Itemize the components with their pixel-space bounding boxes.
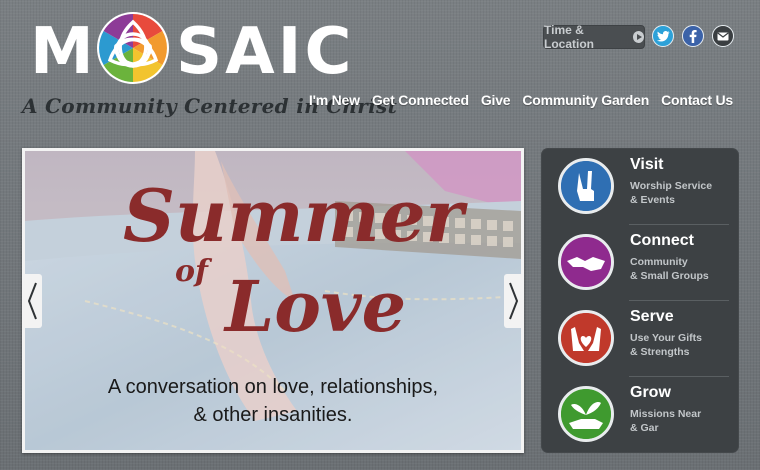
nav-contact-us[interactable]: Contact Us — [661, 92, 733, 108]
nav-get-connected[interactable]: Get Connected — [372, 92, 469, 108]
email-icon[interactable] — [712, 25, 734, 47]
peace-hand-icon — [558, 158, 614, 214]
quick-link-connect[interactable]: Connect Community & Small Groups — [541, 224, 739, 300]
quick-link-subtitle: Community & Small Groups — [630, 256, 709, 282]
hero-headline-of: of — [175, 254, 213, 289]
facebook-icon[interactable] — [682, 25, 704, 47]
quick-link-serve[interactable]: Serve Use Your Gifts & Strengths — [541, 300, 739, 376]
quick-link-title: Visit — [630, 156, 664, 173]
quick-link-grow[interactable]: Grow Missions Near & Gar — [541, 376, 739, 452]
hero-headline-love: Love — [223, 265, 406, 348]
play-arrow-icon — [633, 31, 644, 43]
hero-slide[interactable]: Summer of Love A conversation on love, r… — [22, 148, 524, 453]
quick-link-subtitle: Worship Service & Events — [630, 180, 713, 206]
hero-caption-line1: A conversation on love, relationships, — [107, 376, 439, 398]
mosaic-emblem-icon — [97, 12, 169, 84]
logo-letter-m: M — [30, 15, 95, 89]
time-location-button[interactable]: Time & Location — [543, 23, 645, 51]
chevron-left-icon — [27, 282, 37, 320]
nav-im-new[interactable]: I'm New — [309, 92, 360, 108]
quick-link-visit[interactable]: Visit Worship Service & Events — [541, 148, 739, 224]
slider-next-button[interactable] — [504, 274, 524, 328]
logo-letters-saic: SAIC — [176, 15, 355, 89]
nav-give[interactable]: Give — [481, 92, 511, 108]
open-hands-heart-icon — [558, 310, 614, 366]
time-location-label: Time & Location — [544, 23, 594, 51]
quick-link-subtitle: Use Your Gifts & Strengths — [630, 332, 702, 358]
hero-headline-summer: Summer — [123, 173, 469, 258]
hero-caption-line2: & other insanities. — [193, 404, 353, 426]
quick-link-title: Grow — [630, 384, 671, 401]
sprout-hand-icon — [558, 386, 614, 442]
quick-link-subtitle: Missions Near & Gar — [630, 408, 702, 434]
chevron-right-icon — [509, 282, 519, 320]
nav-community-garden[interactable]: Community Garden — [522, 92, 649, 108]
quick-links-panel: Visit Worship Service & Events Connect C… — [541, 148, 739, 453]
quick-link-title: Serve — [630, 308, 674, 325]
hero-caption: A conversation on love, relationships, &… — [25, 373, 521, 429]
handshake-icon — [558, 234, 614, 290]
twitter-icon[interactable] — [652, 25, 674, 47]
quick-link-title: Connect — [630, 232, 694, 249]
slider-prev-button[interactable] — [22, 274, 42, 328]
main-nav: I'm New Get Connected Give Community Gar… — [309, 92, 733, 108]
